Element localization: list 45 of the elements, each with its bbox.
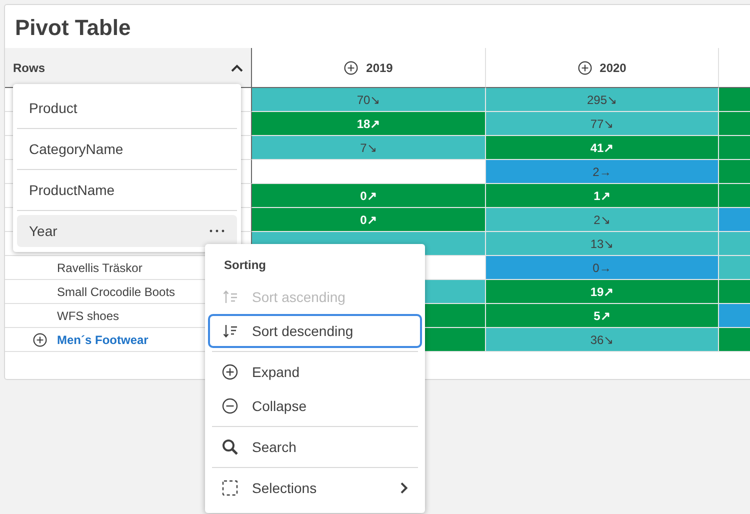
expand-icon xyxy=(222,364,238,380)
table-cell: 0↗ xyxy=(252,184,486,208)
table-cell: 77↘ xyxy=(486,112,719,136)
table-cell: 1↗ xyxy=(486,184,719,208)
table-cell: 13↘ xyxy=(486,232,719,256)
group-row-label[interactable]: Men´s Footwear xyxy=(57,332,148,346)
expand-icon[interactable] xyxy=(33,332,47,346)
table-cell: 18↗ xyxy=(252,112,486,136)
menu-item[interactable]: Collapse xyxy=(208,389,422,423)
menu-item[interactable]: Search xyxy=(208,430,422,464)
table-cell: 295↘ xyxy=(486,88,719,112)
table-cell: 2→ xyxy=(486,160,719,184)
table-cell: 70↘ xyxy=(252,88,486,112)
table-cell: 0↗ xyxy=(252,208,486,232)
more-icon[interactable] xyxy=(209,229,225,233)
column-header[interactable]: 2020 xyxy=(600,60,626,74)
table-cell: 0→ xyxy=(486,256,719,280)
menu-item[interactable]: Expand xyxy=(208,355,422,389)
rows-header: Rows xyxy=(13,60,46,74)
table-cell: 19↗ xyxy=(486,280,719,304)
table-cell: 41↗ xyxy=(486,136,719,160)
field-item[interactable]: Product xyxy=(17,88,237,129)
table-cell: 5↗ xyxy=(486,304,719,328)
collapse-icon xyxy=(222,398,238,414)
table-cell: 36↘ xyxy=(486,328,719,352)
search-icon xyxy=(222,439,238,455)
expand-icon[interactable] xyxy=(578,60,592,74)
field-item[interactable]: CategoryName xyxy=(17,129,237,170)
dashed-square-icon xyxy=(222,480,238,496)
row-label: WFS shoes xyxy=(56,308,120,322)
sort-ascending-icon xyxy=(222,290,238,304)
menu-heading: Sorting xyxy=(223,257,267,274)
table-cell: 7↘ xyxy=(252,136,486,160)
menu-item[interactable]: Selections xyxy=(208,471,422,505)
caret-up-icon[interactable] xyxy=(231,64,243,72)
row-label: Small Crocodile Boots xyxy=(56,284,176,298)
field-item[interactable]: ProductName xyxy=(17,170,237,211)
expand-icon[interactable] xyxy=(344,60,358,74)
menu-item[interactable]: Sort descending xyxy=(208,314,422,348)
column-header[interactable]: 2019 xyxy=(366,60,393,74)
table-cell: 2↘ xyxy=(486,208,719,232)
page-title: Pivot Table xyxy=(15,15,131,41)
row-label: Ravellis Träskor xyxy=(56,260,142,274)
field-item[interactable]: Year xyxy=(17,215,237,247)
sort-descending-icon xyxy=(222,324,238,338)
